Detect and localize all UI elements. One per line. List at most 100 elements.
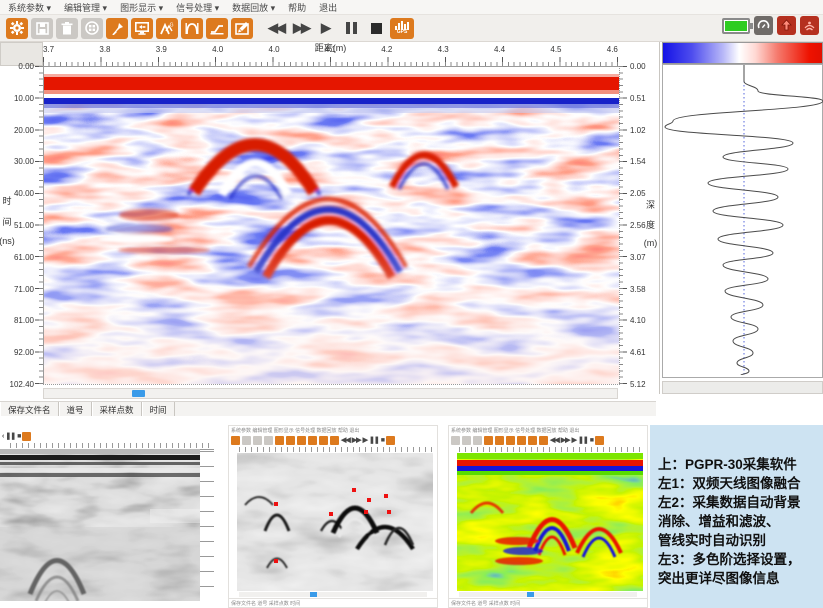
caption-line: 突出更详尽图像信息: [658, 569, 817, 588]
scrollbar-thumb[interactable]: [132, 390, 145, 397]
caption-line: 消除、增益和滤波、: [658, 512, 817, 531]
display-button[interactable]: [131, 18, 153, 39]
monitor-icon: [135, 22, 149, 35]
gain-button[interactable]: G: [156, 18, 178, 39]
menu-item[interactable]: 图形显示 ▾: [120, 1, 163, 14]
thumbnail-color-palette[interactable]: 系统参数 编辑管理 图形显示 信号处理 数据回放 帮助 退出 ◀◀ ▶▶ ▶ ❚…: [448, 425, 648, 608]
thumbnail-dual-frequency-fusion[interactable]: ‹ ❚❚ ■: [0, 431, 216, 608]
brush-icon: [235, 22, 249, 35]
gain-curve-icon: G: [160, 22, 174, 35]
thumb3-window-icon: [473, 436, 482, 445]
thumb3-status-text: 保存文件名 道号 采样点数 时间: [449, 598, 647, 608]
menu-item[interactable]: 编辑管理 ▾: [64, 1, 107, 14]
depth-minor-ticks: [619, 66, 623, 385]
radargram-plot[interactable]: [43, 66, 620, 385]
x-tick-label: 4.6: [607, 45, 618, 54]
thumb3-rewind-icon: ◀◀: [550, 436, 559, 445]
settings-button[interactable]: [6, 18, 28, 39]
time-tick-label: 71.00: [14, 285, 34, 294]
main-toolbar: G ◀◀ ▶▶ ▶ GPS: [0, 15, 823, 42]
play-button[interactable]: ▶: [315, 18, 337, 39]
battery-icon: [722, 18, 750, 34]
rewind-button[interactable]: ◀◀: [265, 18, 287, 39]
thumb1-rewind-icon: ‹: [2, 432, 3, 441]
distance-ruler: 距离(m) 3.73.83.94.04.04.14.24.34.44.54.6: [43, 42, 618, 66]
pause-icon: [346, 22, 357, 34]
thumb3-gain-icon: [506, 436, 515, 445]
pause-button[interactable]: [340, 18, 362, 39]
thumb2-forward-icon: ▶▶: [352, 436, 361, 445]
status-tray: [722, 16, 819, 35]
thumb3-scrollbar[interactable]: [459, 592, 637, 597]
status-tab[interactable]: 时间: [142, 402, 175, 416]
thumb2-toolbar: ◀◀ ▶▶ ▶ ❚❚ ■: [229, 435, 437, 446]
menu-item[interactable]: 数据回放 ▾: [232, 1, 275, 14]
depth-tick-label: 4.10: [630, 316, 646, 325]
depth-tick-label: 0.51: [630, 94, 646, 103]
depth-tick-label: 4.61: [630, 348, 646, 357]
x-tick-label: 4.4: [494, 45, 505, 54]
waveform-trace: [663, 65, 823, 375]
depth-axis-title: 深度(m): [644, 198, 657, 248]
thumb3-play-icon: ▶: [572, 436, 576, 445]
horizontal-scrollbar[interactable]: [43, 388, 618, 399]
radargram-image: [44, 67, 619, 384]
time-tick-label: 102.40: [10, 380, 34, 389]
time-tick-label: 10.00: [14, 94, 34, 103]
thumb3-display-icon: [495, 436, 504, 445]
thumb3-pin-icon: [484, 436, 493, 445]
thumbnail-auto-detection[interactable]: 系统参数 编辑管理 图形显示 信号处理 数据回放 帮助 退出 ◀◀ ▶▶ ▶ ❚…: [228, 425, 438, 608]
thumb2-window-icon: [264, 436, 273, 445]
depth-tick-label: 3.07: [630, 253, 646, 262]
upload-icon[interactable]: [777, 16, 796, 35]
thumb1-toolbar: ‹ ❚❚ ■: [0, 431, 216, 442]
time-tick-label: 30.00: [14, 157, 34, 166]
save-button: [31, 18, 53, 39]
thumb1-pause-icon: ❚❚: [5, 432, 15, 441]
slope-button[interactable]: [206, 18, 228, 39]
thumb2-scrollbar[interactable]: [239, 592, 427, 597]
x-tick-label: 4.0: [269, 45, 280, 54]
thumb2-delete-icon: [253, 436, 262, 445]
thumb1-stop-icon: ■: [17, 432, 20, 441]
menu-item[interactable]: 信号处理 ▾: [176, 1, 219, 14]
clean-button[interactable]: [231, 18, 253, 39]
thumb3-gps-icon: [595, 436, 604, 445]
time-tick-labels: 0.0010.0020.0030.0040.0051.0061.0071.008…: [10, 62, 34, 389]
caption-line: 上：PGPR-30采集软件: [658, 455, 817, 474]
gauge-icon[interactable]: [754, 16, 773, 35]
stop-button[interactable]: [365, 18, 387, 39]
x-tick-label: 3.8: [99, 45, 110, 54]
menu-item[interactable]: 退出: [319, 1, 337, 14]
rewind-icon: ◀◀: [268, 20, 284, 36]
thumb1-radargram-image: [0, 449, 200, 601]
trace-panel-footer: [662, 381, 823, 394]
thumb3-scroll-thumb[interactable]: [527, 592, 534, 597]
bottom-strip: ‹ ❚❚ ■: [0, 425, 823, 608]
radar-antenna-icon[interactable]: [800, 16, 819, 35]
thumb2-scroll-thumb[interactable]: [310, 592, 317, 597]
status-tab[interactable]: 道号: [59, 402, 92, 416]
main-radargram-panel: 距离(m) 3.73.83.94.04.04.14.24.34.44.54.6 …: [0, 42, 657, 413]
fast-forward-button[interactable]: ▶▶: [290, 18, 312, 39]
depth-tick-label: 3.58: [630, 285, 646, 294]
color-scale-bar[interactable]: [662, 42, 823, 64]
menu-item[interactable]: 系统参数 ▾: [8, 1, 51, 14]
thumb3-slope-icon: [528, 436, 537, 445]
depth-axis-title-char: 度: [646, 218, 655, 231]
hyperbola-button[interactable]: [181, 18, 203, 39]
status-tab[interactable]: 采样点数: [92, 402, 142, 416]
depth-tick-label: 5.12: [630, 380, 646, 389]
gps-button[interactable]: GPS: [390, 18, 414, 39]
thumb2-clean-icon: [330, 436, 339, 445]
time-ruler: 时间(ns) 0.0010.0020.0030.0040.0051.0061.0…: [0, 66, 43, 385]
menu-item[interactable]: 帮助: [288, 1, 306, 14]
status-tab[interactable]: 保存文件名: [0, 402, 59, 416]
thumb1-gps-icon: [22, 432, 31, 441]
mark-button[interactable]: [106, 18, 128, 39]
thumb2-save-icon: [242, 436, 251, 445]
thumb3-radargram-image: [457, 453, 643, 591]
time-tick-label: 61.00: [14, 253, 34, 262]
thumb3-stop-icon: ■: [590, 436, 593, 445]
thumb2-status-text: 保存文件名 道号 采样点数 时间: [229, 598, 437, 608]
